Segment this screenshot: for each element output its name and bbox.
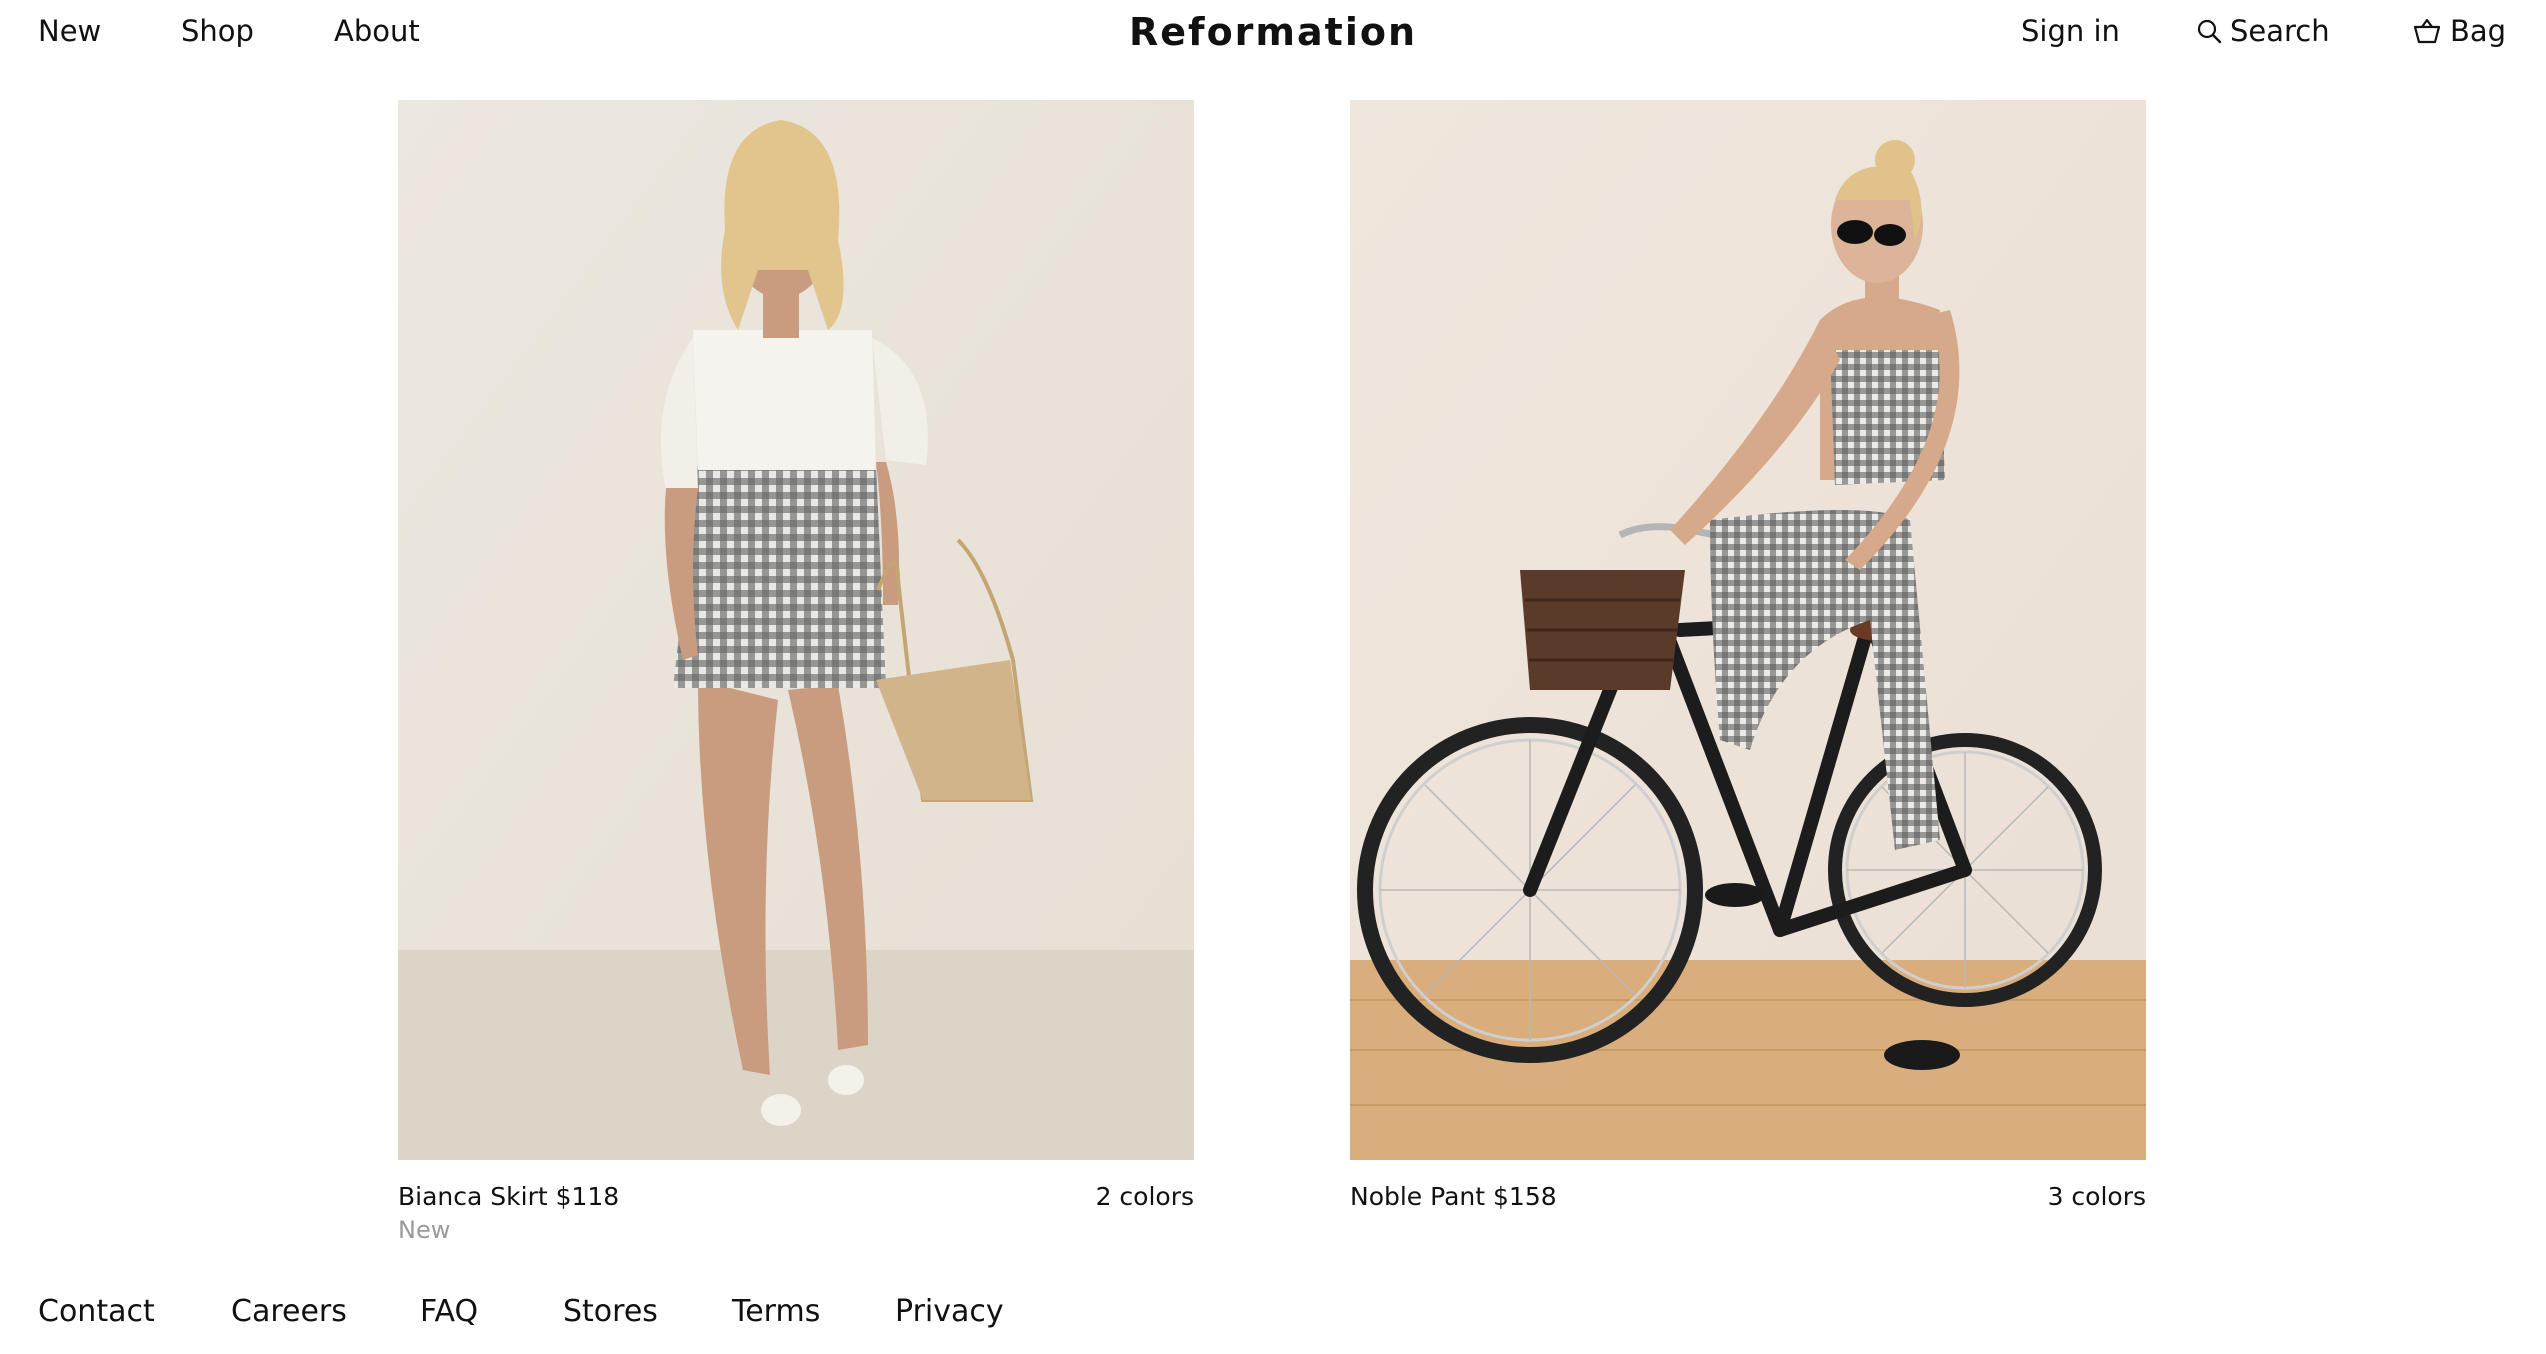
product-card[interactable]: Noble Pant $158 3 colors (1350, 100, 2146, 1222)
bag-label: Bag (2450, 14, 2507, 48)
search-label: Search (2230, 14, 2330, 48)
product-colors[interactable]: 2 colors (1096, 1182, 1194, 1211)
top-navigation: New Shop About Reformation Sign in Searc… (0, 0, 2546, 68)
product-name-price[interactable]: Noble Pant $158 (1350, 1182, 1557, 1211)
footer-privacy[interactable]: Privacy (895, 1294, 1004, 1329)
search-button[interactable]: Search (2196, 14, 2330, 51)
product-meta: Bianca Skirt $118 2 colors (398, 1182, 1194, 1222)
bag-icon (2412, 17, 2442, 51)
search-icon (2196, 17, 2222, 51)
bag-button[interactable]: Bag (2412, 14, 2506, 51)
product-image[interactable] (398, 100, 1194, 1160)
footer-faq[interactable]: FAQ (420, 1294, 478, 1329)
footer-contact[interactable]: Contact (38, 1294, 155, 1329)
product-name-price[interactable]: Bianca Skirt $118 (398, 1182, 619, 1211)
footer-careers[interactable]: Careers (231, 1294, 347, 1329)
product-colors[interactable]: 3 colors (2048, 1182, 2146, 1211)
product-image[interactable] (1350, 100, 2146, 1160)
product-meta: Noble Pant $158 3 colors (1350, 1182, 2146, 1222)
sign-in-link[interactable]: Sign in (2021, 14, 2120, 48)
footer-navigation: Contact Careers FAQ Stores Terms Privacy (0, 1294, 2546, 1344)
footer-terms[interactable]: Terms (732, 1294, 820, 1329)
footer-stores[interactable]: Stores (563, 1294, 658, 1329)
product-card[interactable]: Bianca Skirt $118 2 colors New (398, 100, 1194, 1244)
brand-logo[interactable]: Reformation (0, 10, 2546, 54)
